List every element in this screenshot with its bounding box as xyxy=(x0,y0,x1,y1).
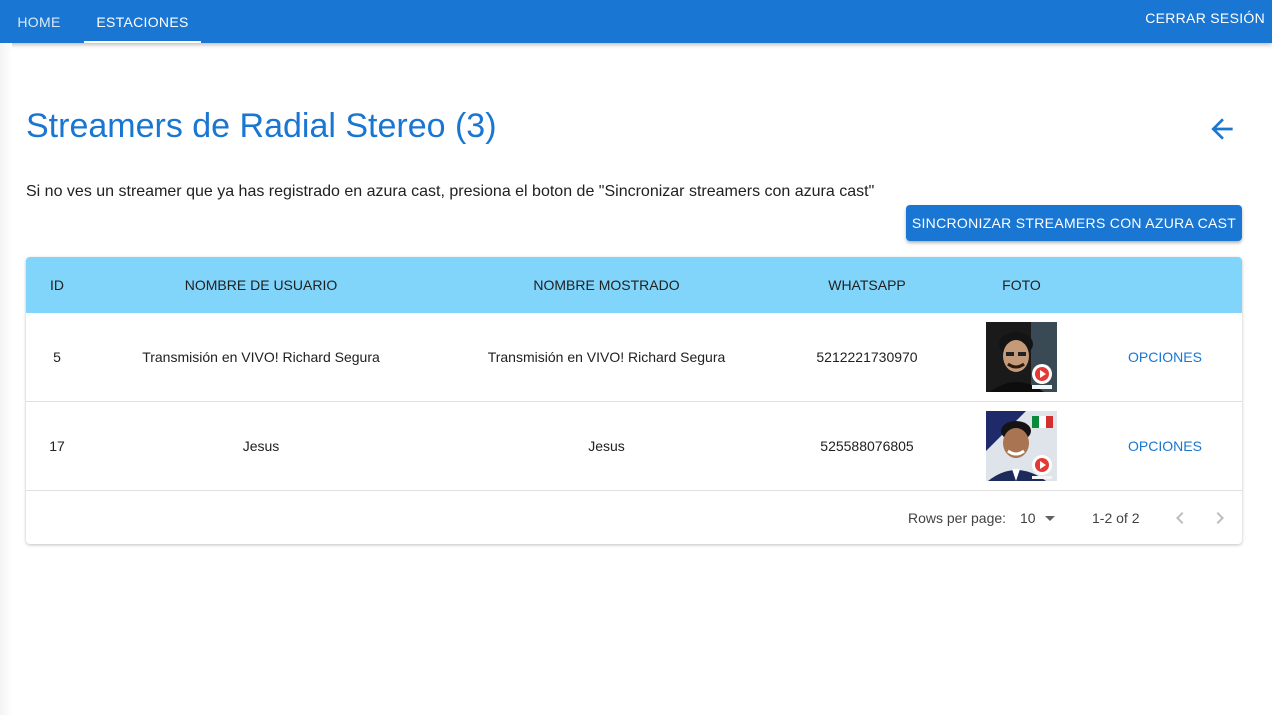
cell-display-name: Jesus xyxy=(588,438,625,454)
back-button[interactable] xyxy=(1206,113,1238,145)
rows-per-page-label: Rows per page: xyxy=(908,510,1007,526)
sync-streamers-label: Sincronizar streamers con azura cast xyxy=(911,215,1237,231)
chevron-right-icon xyxy=(1216,512,1224,524)
streamer-photo xyxy=(986,322,1057,392)
column-header-username[interactable]: Nombre de usuario xyxy=(88,257,434,313)
cell-username: Jesus xyxy=(242,438,280,454)
table-pagination: Rows per page: 10 1-2 of 2 xyxy=(26,492,1242,544)
side-shade xyxy=(0,43,12,715)
rows-per-page-value: 10 xyxy=(1020,510,1036,526)
cell-id: 5 xyxy=(53,349,61,365)
cell-username: Transmisión en VIVO! Richard Segura xyxy=(142,349,380,365)
rows-per-page-select[interactable]: 10 xyxy=(1020,492,1062,544)
cell-photo xyxy=(955,402,1088,490)
cell-whatsapp: 5212221730970 xyxy=(816,349,918,365)
options-button[interactable]: Opciones xyxy=(1088,313,1242,401)
dropdown-arrow-icon xyxy=(1044,516,1055,521)
options-button[interactable]: Opciones xyxy=(1088,402,1242,490)
table-header: ID Nombre de usuario Nombre mostrado Wha… xyxy=(26,257,1242,313)
tab-home[interactable]: Home xyxy=(0,0,78,43)
sync-streamers-button[interactable]: Sincronizar streamers con azura cast xyxy=(906,205,1242,241)
column-header-whatsapp[interactable]: Whatsapp xyxy=(779,257,955,313)
column-header-photo[interactable]: Foto xyxy=(955,257,1088,313)
next-page-button[interactable] xyxy=(1208,506,1232,530)
cell-id: 17 xyxy=(49,438,65,454)
top-app-bar: Home Estaciones Cerrar sesión xyxy=(0,0,1272,43)
logout-button[interactable]: Cerrar sesión xyxy=(1145,0,1265,36)
streamer-photo xyxy=(986,411,1057,481)
cell-whatsapp: 525588076805 xyxy=(820,438,914,454)
column-header-id[interactable]: ID xyxy=(26,257,88,313)
info-text: Si no ves un streamer que ya has registr… xyxy=(26,183,875,200)
cell-photo xyxy=(955,313,1088,401)
streamers-table: ID Nombre de usuario Nombre mostrado Wha… xyxy=(26,257,1242,544)
table-row: 17 Jesus Jesus 525588076805 OPCIONES xyxy=(26,402,1242,491)
previous-page-button[interactable] xyxy=(1168,506,1192,530)
table-row: 5 Transmisión en VIVO! Richard Segura Tr… xyxy=(26,313,1242,402)
chevron-left-icon xyxy=(1176,512,1184,524)
pagination-range: 1-2 of 2 xyxy=(1092,510,1140,526)
tab-estaciones[interactable]: Estaciones xyxy=(84,0,201,43)
arrow-left-icon xyxy=(1211,118,1233,140)
column-header-display-name[interactable]: Nombre mostrado xyxy=(434,257,779,313)
page-title: Streamers de Radial Stereo (3) xyxy=(26,107,497,145)
cell-display-name: Transmisión en VIVO! Richard Segura xyxy=(487,349,726,365)
